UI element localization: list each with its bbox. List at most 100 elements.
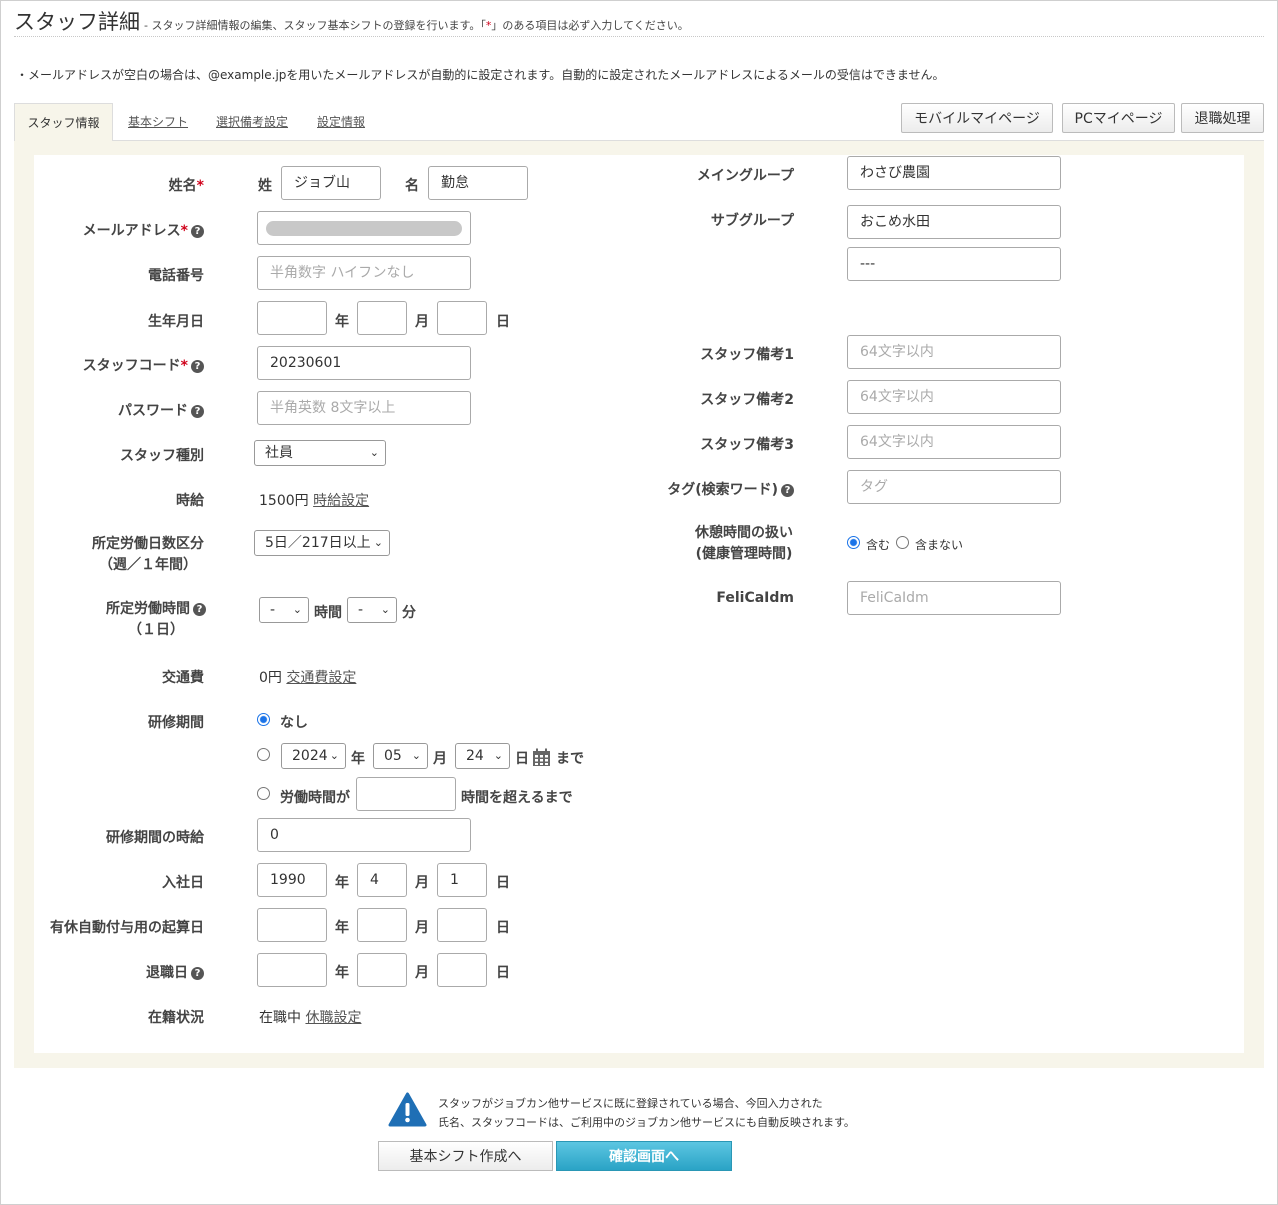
break-exclude-radio[interactable] — [896, 536, 909, 549]
birth-month-input[interactable] — [357, 301, 407, 335]
birth-year-input[interactable] — [257, 301, 327, 335]
staff-type-select[interactable]: 社員 ⌄ — [254, 440, 386, 466]
question-circle-icon[interactable]: ? — [191, 405, 204, 418]
chevron-down-icon: ⌄ — [373, 536, 383, 549]
tab-basic-shift[interactable]: 基本シフト — [128, 103, 188, 141]
first-name-label: 名 — [405, 178, 419, 194]
workhours-hour-select[interactable]: - ⌄ — [259, 597, 309, 623]
leave-base-year-input[interactable] — [257, 908, 327, 942]
staff-memo1-input[interactable]: 64文字以内 — [847, 335, 1061, 369]
phone-input[interactable]: 半角数字 ハイフンなし — [257, 256, 471, 290]
staff-code-input[interactable]: 20230601 — [257, 346, 471, 380]
mobile-mypage-button[interactable]: モバイルマイページ — [901, 103, 1053, 133]
employment-status-label: 在籍状況 — [148, 1010, 204, 1026]
sub-group-input-1[interactable]: おこめ水田 — [847, 205, 1061, 239]
create-basic-shift-button[interactable]: 基本シフト作成へ — [378, 1141, 553, 1171]
felica-input[interactable]: FeliCaIdm — [847, 581, 1061, 615]
workhours-label: 所定労働時間? （１日） — [96, 599, 216, 641]
main-group-label: メイングループ — [696, 168, 794, 184]
join-month-input[interactable]: 4 — [357, 863, 407, 897]
training-label: 研修期間 — [148, 715, 204, 731]
workdays-label: 所定労働日数区分 （週／１年間） — [92, 536, 204, 573]
email-notice: ・メールアドレスが空白の場合は、@example.jpを用いたメールアドレスが自… — [16, 68, 945, 82]
workhours-minute-unit: 分 — [402, 605, 416, 621]
leave-base-day-unit: 日 — [496, 920, 510, 936]
birth-day-unit: 日 — [496, 314, 510, 330]
transport-value: 0円 交通費設定 — [259, 670, 357, 686]
workhours-minute-select[interactable]: - ⌄ — [347, 597, 397, 623]
page-title: スタッフ詳細 — [14, 10, 140, 34]
staff-memo3-input[interactable]: 64文字以内 — [847, 425, 1061, 459]
join-day-unit: 日 — [496, 875, 510, 891]
retire-year-input[interactable] — [257, 953, 327, 987]
join-day-input[interactable]: 1 — [437, 863, 487, 897]
confirm-button[interactable]: 確認画面へ — [556, 1141, 732, 1171]
warning-triangle-icon — [388, 1092, 427, 1127]
training-year-select[interactable]: 2024 ⌄ — [281, 743, 346, 769]
leave-base-month-input[interactable] — [357, 908, 407, 942]
transport-settings-link[interactable]: 交通費設定 — [286, 670, 356, 686]
tag-label: タグ(検索ワード)? — [630, 479, 794, 499]
sub-group-input-2[interactable]: --- — [847, 247, 1061, 281]
leave-settings-link[interactable]: 休職設定 — [305, 1010, 361, 1026]
training-wage-label: 研修期間の時給 — [106, 830, 204, 846]
break-include-label: 含む — [866, 538, 891, 552]
retire-day-input[interactable] — [437, 953, 487, 987]
training-hours-input[interactable] — [356, 777, 456, 811]
leave-base-year-unit: 年 — [335, 920, 349, 936]
tab-staff-info[interactable]: スタッフ情報 — [14, 103, 113, 141]
training-day-select[interactable]: 24 ⌄ — [455, 743, 510, 769]
password-input[interactable]: 半角英数 8文字以上 — [257, 391, 471, 425]
question-circle-icon[interactable]: ? — [781, 484, 794, 497]
staff-memo2-label: スタッフ備考2 — [700, 392, 794, 408]
first-name-input[interactable]: 勤怠 — [428, 166, 528, 200]
retire-process-button[interactable]: 退職処理 — [1181, 103, 1264, 133]
training-hours-post: 時間を超えるまで — [461, 790, 573, 806]
join-year-input[interactable]: 1990 — [257, 863, 327, 897]
training-date-radio[interactable] — [257, 748, 270, 761]
name-label: 姓名* — [168, 178, 204, 194]
email-input[interactable] — [257, 211, 471, 245]
training-day-unit: 日 — [515, 751, 529, 767]
training-hours-radio[interactable] — [257, 787, 270, 800]
pc-mypage-button[interactable]: PCマイページ — [1062, 103, 1175, 133]
page-header: スタッフ詳細 - スタッフ詳細情報の編集、スタッフ基本シフトの登録を行います。「*… — [14, 6, 1264, 37]
training-wage-input[interactable]: 0 — [257, 818, 471, 852]
retire-month-input[interactable] — [357, 953, 407, 987]
last-name-input[interactable]: ジョブ山 — [281, 166, 381, 200]
password-label: パスワード? — [40, 400, 204, 420]
join-year-unit: 年 — [335, 875, 349, 891]
birth-year-unit: 年 — [335, 314, 349, 330]
staff-memo2-input[interactable]: 64文字以内 — [847, 380, 1061, 414]
last-name-label: 姓 — [258, 178, 272, 194]
question-circle-icon[interactable]: ? — [191, 360, 204, 373]
break-include-radio[interactable] — [847, 536, 860, 549]
staff-type-label: スタッフ種別 — [120, 448, 204, 464]
wage-label: 時給 — [176, 493, 204, 509]
question-circle-icon[interactable]: ? — [191, 967, 204, 980]
training-month-select[interactable]: 05 ⌄ — [373, 743, 428, 769]
tag-input[interactable]: タグ — [847, 470, 1061, 504]
calendar-icon[interactable] — [532, 748, 551, 767]
page-description: - スタッフ詳細情報の編集、スタッフ基本シフトの登録を行います。「*」のある項目… — [144, 19, 689, 32]
tab-memo-settings[interactable]: 選択備考設定 — [216, 103, 288, 141]
question-circle-icon[interactable]: ? — [191, 225, 204, 238]
training-none-label: なし — [280, 715, 308, 731]
training-none-radio[interactable] — [257, 713, 270, 726]
question-circle-icon[interactable]: ? — [193, 603, 206, 616]
birth-day-input[interactable] — [437, 301, 487, 335]
staff-memo1-label: スタッフ備考1 — [700, 347, 794, 363]
break-exclude-label: 含まない — [915, 538, 964, 552]
chevron-down-icon: ⌄ — [292, 603, 302, 616]
retire-day-unit: 日 — [496, 965, 510, 981]
wage-settings-link[interactable]: 時給設定 — [313, 493, 369, 509]
felica-label: FeliCaIdm — [716, 590, 794, 606]
tab-settings-info[interactable]: 設定情報 — [317, 103, 365, 141]
leave-base-day-input[interactable] — [437, 908, 487, 942]
wage-value: 1500円 時給設定 — [259, 493, 370, 509]
chevron-down-icon: ⌄ — [380, 603, 390, 616]
chevron-down-icon: ⌄ — [493, 749, 503, 762]
sync-warning-text: スタッフがジョブカン他サービスに既に登録されている場合、今回入力された 氏名、ス… — [438, 1097, 855, 1129]
main-group-input[interactable]: わさび農園 — [847, 156, 1061, 190]
workdays-select[interactable]: 5日／217日以上 ⌄ — [254, 530, 390, 556]
